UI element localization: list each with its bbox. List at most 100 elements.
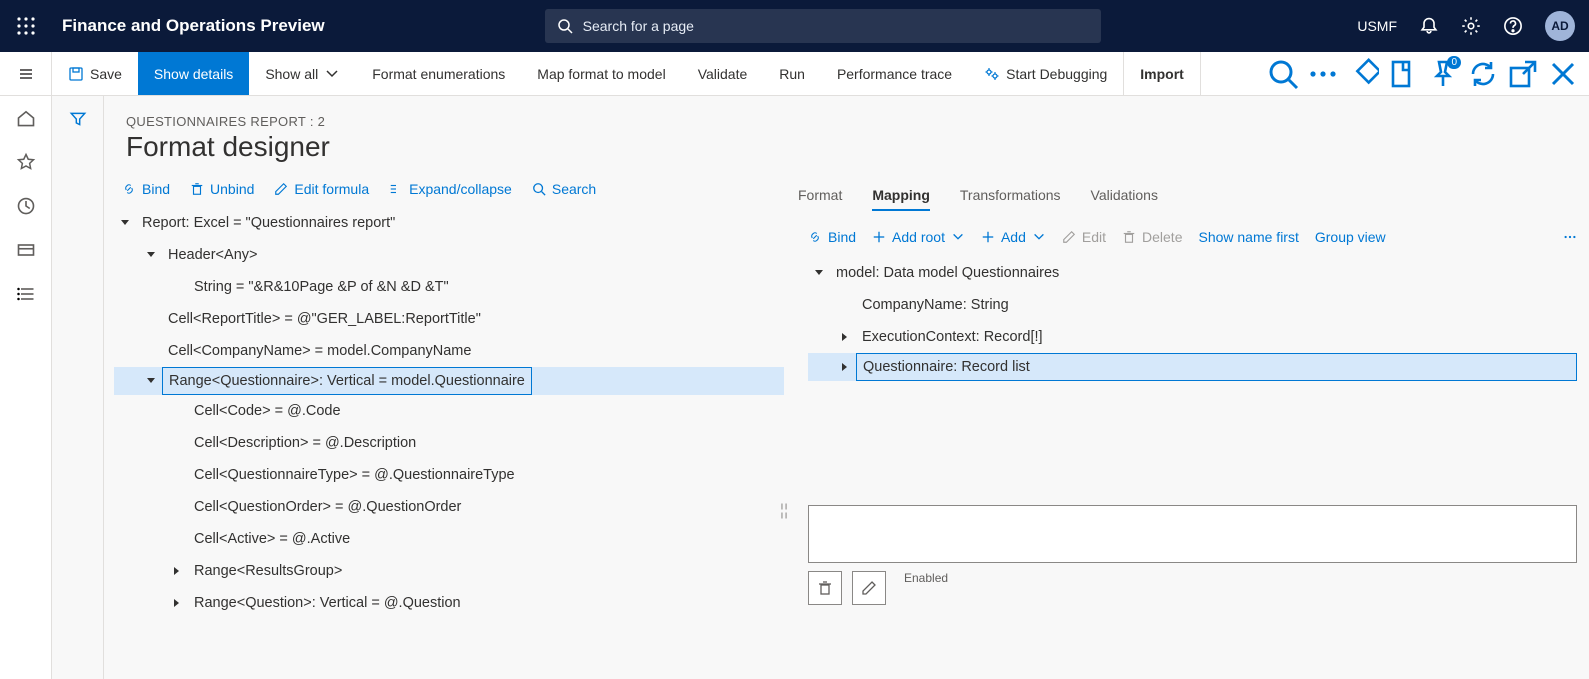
tree-toggle[interactable]	[114, 218, 136, 228]
tree-node[interactable]: Header<Any>	[114, 239, 784, 271]
save-button[interactable]: Save	[52, 52, 138, 95]
left-rail	[0, 96, 52, 679]
tree-node-label: Range<Question>: Vertical = @.Question	[188, 587, 467, 619]
show-all-button[interactable]: Show all	[249, 52, 356, 95]
tree-node-label: Cell<Active> = @.Active	[188, 523, 356, 555]
format-toolbar: Bind Unbind Edit formula Expand/collapse…	[104, 181, 784, 207]
add-root-button[interactable]: Add root	[872, 229, 965, 245]
modules-icon[interactable]	[16, 284, 36, 304]
format-enumerations-button[interactable]: Format enumerations	[356, 52, 521, 95]
formula-delete-button[interactable]	[808, 571, 842, 605]
formula-edit-button[interactable]	[852, 571, 886, 605]
tree-node[interactable]: Cell<QuestionOrder> = @.QuestionOrder	[114, 491, 784, 523]
tree-node[interactable]: Cell<Active> = @.Active	[114, 523, 784, 555]
tree-node-label: ExecutionContext: Record[!]	[856, 321, 1049, 353]
tree-toggle[interactable]	[166, 598, 188, 608]
expand-collapse-button[interactable]: Expand/collapse	[389, 181, 512, 197]
tree-toggle[interactable]	[834, 332, 856, 342]
tab-transformations[interactable]: Transformations	[960, 181, 1061, 211]
tab-format[interactable]: Format	[798, 181, 842, 211]
tree-node[interactable]: model: Data model Questionnaires	[808, 257, 1577, 289]
tree-node-label: Cell<QuestionnaireType> = @.Questionnair…	[188, 459, 521, 491]
format-tree[interactable]: Report: Excel = "Questionnaires report"H…	[104, 207, 784, 619]
app-launcher[interactable]	[0, 17, 52, 35]
close-icon[interactable]	[1547, 58, 1579, 90]
tree-node-label: Cell<Code> = @.Code	[188, 395, 347, 427]
tab-validations[interactable]: Validations	[1091, 181, 1158, 211]
tree-node-label: Range<Questionnaire>: Vertical = model.Q…	[162, 367, 532, 395]
company-label[interactable]: USMF	[1357, 18, 1397, 34]
attachments-icon[interactable]	[1387, 58, 1419, 90]
help-icon[interactable]	[1503, 16, 1523, 36]
tree-node[interactable]: Range<ResultsGroup>	[114, 555, 784, 587]
avatar[interactable]: AD	[1545, 11, 1575, 41]
tree-toggle[interactable]	[166, 566, 188, 576]
tree-node[interactable]: Cell<CompanyName> = model.CompanyName	[114, 335, 784, 367]
validate-button[interactable]: Validate	[682, 52, 764, 95]
breadcrumb: QUESTIONNAIRES REPORT : 2	[104, 96, 1589, 129]
mapping-bind-button[interactable]: Bind	[808, 229, 856, 245]
edit-formula-button[interactable]: Edit formula	[274, 181, 369, 197]
tree-node[interactable]: Report: Excel = "Questionnaires report"	[114, 207, 784, 239]
mapping-tabs: Format Mapping Transformations Validatio…	[796, 181, 1589, 217]
tree-node[interactable]: Cell<ReportTitle> = @"GER_LABEL:ReportTi…	[114, 303, 784, 335]
unbind-button[interactable]: Unbind	[190, 181, 254, 197]
tree-node-label: Questionnaire: Record list	[856, 353, 1577, 381]
tree-node-label: Cell<Description> = @.Description	[188, 427, 422, 459]
tree-node-label: Cell<ReportTitle> = @"GER_LABEL:ReportTi…	[162, 303, 487, 335]
tree-node[interactable]: CompanyName: String	[808, 289, 1577, 321]
run-button[interactable]: Run	[763, 52, 821, 95]
formula-textbox[interactable]	[808, 505, 1577, 563]
workspaces-icon[interactable]	[16, 240, 36, 260]
tree-node[interactable]: Cell<Description> = @.Description	[114, 427, 784, 459]
tab-mapping[interactable]: Mapping	[872, 181, 930, 211]
start-debugging-button[interactable]: Start Debugging	[968, 52, 1123, 95]
popout-icon[interactable]	[1507, 58, 1539, 90]
group-view-button[interactable]: Group view	[1315, 229, 1386, 245]
enabled-label: Enabled	[904, 571, 948, 585]
show-details-button[interactable]: Show details	[138, 52, 249, 95]
show-name-first-button[interactable]: Show name first	[1198, 229, 1298, 245]
mapping-more-icon[interactable]	[1563, 230, 1577, 244]
recent-icon[interactable]	[16, 196, 36, 216]
map-format-button[interactable]: Map format to model	[521, 52, 681, 95]
chevron-down-icon	[324, 66, 340, 82]
related-info-icon[interactable]	[1347, 58, 1379, 90]
add-button[interactable]: Add	[981, 229, 1046, 245]
mapping-toolbar: Bind Add root Add Edit Delete Show name …	[796, 217, 1589, 253]
home-icon[interactable]	[16, 108, 36, 128]
tree-toggle[interactable]	[808, 268, 830, 278]
favorites-icon[interactable]	[16, 152, 36, 172]
tree-node-label: Cell<CompanyName> = model.CompanyName	[162, 335, 477, 367]
global-search[interactable]	[545, 9, 1101, 43]
tree-node-label: CompanyName: String	[856, 289, 1015, 321]
import-button[interactable]: Import	[1123, 52, 1201, 95]
tree-toggle[interactable]	[140, 250, 162, 260]
find-icon[interactable]	[1267, 58, 1299, 90]
tree-node[interactable]: Cell<Code> = @.Code	[114, 395, 784, 427]
mapping-tree[interactable]: model: Data model QuestionnairesCompanyN…	[796, 253, 1589, 385]
tree-toggle[interactable]	[140, 376, 162, 386]
tree-node[interactable]: Range<Question>: Vertical = @.Question	[114, 587, 784, 619]
tree-node-label: Range<ResultsGroup>	[188, 555, 348, 587]
tree-node[interactable]: Questionnaire: Record list	[808, 353, 1577, 381]
bind-button[interactable]: Bind	[122, 181, 170, 197]
more-commands-icon[interactable]	[1307, 58, 1339, 90]
delete-button: Delete	[1122, 229, 1182, 245]
settings-icon[interactable]	[1461, 16, 1481, 36]
tree-toggle[interactable]	[834, 362, 856, 372]
search-input[interactable]	[583, 18, 1089, 34]
nav-toggle[interactable]	[0, 52, 52, 95]
tree-search-button[interactable]: Search	[532, 181, 596, 197]
tree-node[interactable]: Cell<QuestionnaireType> = @.Questionnair…	[114, 459, 784, 491]
filter-column[interactable]	[52, 96, 104, 679]
tree-node[interactable]: Range<Questionnaire>: Vertical = model.Q…	[114, 367, 784, 395]
messages-icon[interactable]: 0	[1427, 58, 1459, 90]
tree-node[interactable]: String = "&R&10Page &P of &N &D &T"	[114, 271, 784, 303]
tree-node[interactable]: ExecutionContext: Record[!]	[808, 321, 1577, 353]
messages-badge: 0	[1447, 56, 1461, 69]
refresh-icon[interactable]	[1467, 58, 1499, 90]
chevron-down-icon	[1032, 230, 1046, 244]
notifications-icon[interactable]	[1419, 16, 1439, 36]
performance-trace-button[interactable]: Performance trace	[821, 52, 968, 95]
